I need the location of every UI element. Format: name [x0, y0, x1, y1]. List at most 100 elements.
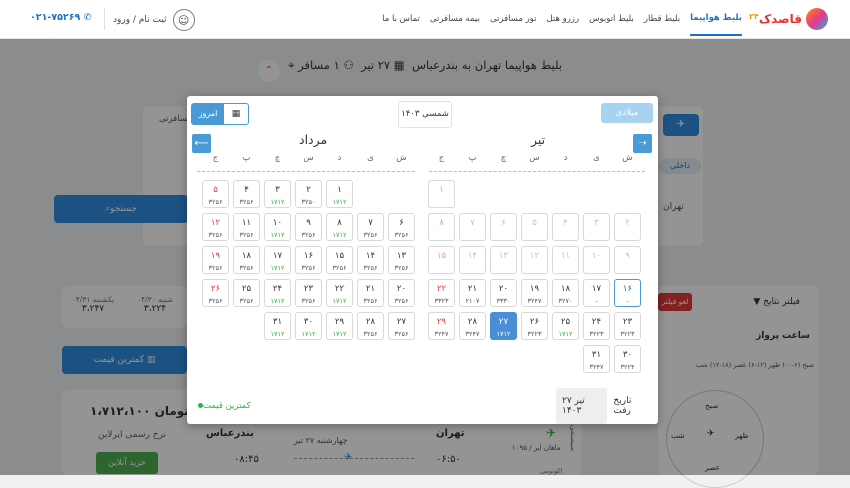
- site-logo[interactable]: ۲۴قاصدک: [749, 8, 828, 30]
- day-number: ۱۴: [365, 251, 376, 261]
- day-price: ۳۲۵۶: [208, 231, 223, 239]
- mordad-day-cell[interactable]: ۲۴ ۱۷۱۲: [264, 279, 291, 307]
- mordad-day-cell[interactable]: ۲ ۳۲۵۰: [295, 180, 322, 208]
- mordad-day-cell[interactable]: ۹ ۳۲۵۶: [295, 213, 322, 241]
- mordad-day-cell[interactable]: ۸ ۱۷۱۲: [326, 213, 353, 241]
- day-price: ۱۷۱۲: [332, 231, 347, 239]
- mordad-day-cell[interactable]: ۲۳ ۳۲۵۶: [295, 279, 322, 307]
- day-price: ۳۲۵۶: [363, 330, 378, 338]
- mordad-day-cell[interactable]: ۱۵ ۳۲۵۶: [326, 246, 353, 274]
- mordad-day-cell[interactable]: ۵ ۳۲۵۶: [202, 180, 229, 208]
- tir-day-cell[interactable]: ۱۸ ۳۲۷۰: [552, 279, 579, 307]
- mordad-day-cell[interactable]: ۲۵ ۳۲۵۶: [233, 279, 260, 307]
- nav-contact[interactable]: تماس با ما: [382, 14, 420, 24]
- next-month-arrow-icon[interactable]: ➝: [633, 134, 652, 153]
- tir-day-cell[interactable]: ۲۷ ۱۷۱۲: [490, 312, 517, 340]
- nav-insurance[interactable]: بیمه مسافرتی: [430, 14, 480, 24]
- mordad-day-cell[interactable]: ۷ ۳۲۵۶: [357, 213, 384, 241]
- nav-tour[interactable]: تور مسافرتی: [490, 14, 537, 24]
- mordad-day-cell[interactable]: ۱۷ ۱۷۱۲: [264, 246, 291, 274]
- tir-day-cell[interactable]: ۱۹ ۳۲۴۷: [521, 279, 548, 307]
- logo-text: ۲۴قاصدک: [749, 12, 802, 26]
- day-number: ۲۳: [622, 317, 633, 327]
- mordad-day-cell[interactable]: ۲۷ ۳۲۵۶: [388, 312, 415, 340]
- tir-day-cell[interactable]: ۲۸ ۳۲۴۷: [459, 312, 486, 340]
- tir-day-cell[interactable]: ۲۶ ۳۲۲۳: [521, 312, 548, 340]
- day-price: ۳۲۵۶: [239, 198, 254, 206]
- day-price: ۳۲۲۳: [589, 330, 604, 338]
- tir-day-cell[interactable]: ۲۰ ۳۳۳۰: [490, 279, 517, 307]
- day-number: ۱: [337, 185, 342, 195]
- departure-date-display: ۲۷ تیر ۱۴۰۳ تاریخ رفت: [556, 388, 652, 424]
- day-price: ۳۲۵۶: [239, 297, 254, 305]
- today-button[interactable]: امروز ▦: [191, 103, 249, 125]
- mordad-day-cell[interactable]: ۲۹ ۱۷۱۲: [326, 312, 353, 340]
- day-price: ۳۳۳۰: [496, 297, 511, 305]
- day-number: ۱۰: [272, 218, 283, 228]
- mordad-day-cell[interactable]: ۱۱ ۳۲۵۶: [233, 213, 260, 241]
- mordad-day-cell[interactable]: ۱۰ ۱۷۱۲: [264, 213, 291, 241]
- day-price: ۳۲۵۰: [301, 198, 316, 206]
- mordad-day-cell[interactable]: ۱۳ ۳۲۵۶: [388, 246, 415, 274]
- tir-day-cell[interactable]: ۱۶ -: [614, 279, 641, 307]
- tir-day-cell[interactable]: ۲۲ ۳۳۲۳: [428, 279, 455, 307]
- tir-day-cell[interactable]: ۱۷ -: [583, 279, 610, 307]
- mordad-day-cell[interactable]: ۱۸ ۳۲۵۶: [233, 246, 260, 274]
- tir-day-cell[interactable]: ۲۴ ۳۲۲۳: [583, 312, 610, 340]
- weekday-label: د: [337, 153, 342, 163]
- phone-number: ۰۲۱-۷۵۲۶۹: [30, 12, 81, 23]
- day-number: ۱۲: [210, 218, 221, 228]
- mordad-day-cell[interactable]: ۱۴ ۳۲۵۶: [357, 246, 384, 274]
- nav-flight[interactable]: بلیط هواپیما: [690, 2, 742, 36]
- day-price: ۱۷۱۲: [332, 330, 347, 338]
- tir-day-cell[interactable]: ۳۰ ۳۲۲۴: [614, 345, 641, 373]
- tir-day-cell[interactable]: ۲۹ ۳۲۴۷: [428, 312, 455, 340]
- mordad-day-cell[interactable]: ۲۰ ۳۲۵۶: [388, 279, 415, 307]
- tir-day-cell[interactable]: ۲۳ ۳۲۲۳: [614, 312, 641, 340]
- month-title-tir: تیر: [531, 132, 546, 147]
- nav-bus[interactable]: بلیط اتوبوس: [589, 14, 634, 24]
- year-selector[interactable]: ۱۴۰۳ شمسی: [398, 101, 452, 128]
- day-price: ۱۷۱۲: [558, 330, 573, 338]
- day-number: ۲۵: [560, 317, 571, 327]
- mordad-day-cell[interactable]: ۳۱ ۱۷۱۲: [264, 312, 291, 340]
- day-number: ۱۵: [334, 251, 345, 261]
- mordad-day-cell[interactable]: ۱ ۱۷۱۲: [326, 180, 353, 208]
- tir-day-cell: ۱۴: [459, 246, 486, 274]
- mordad-day-cell[interactable]: ۴ ۳۲۵۶: [233, 180, 260, 208]
- support-phone[interactable]: ۰۲۱-۷۵۲۶۹ ✆: [30, 12, 92, 23]
- mordad-day-cell[interactable]: ۲۱ ۳۲۵۶: [357, 279, 384, 307]
- weekday-label: پ: [242, 153, 251, 163]
- mordad-day-cell[interactable]: ۳۰ ۱۷۱۲: [295, 312, 322, 340]
- mordad-day-cell[interactable]: ۱۹ ۳۲۵۶: [202, 246, 229, 274]
- day-price: ۳۲۴۷: [434, 330, 449, 338]
- mordad-day-cell[interactable]: ۲۲ ۱۷۱۲: [326, 279, 353, 307]
- tir-day-cell: ۱۵: [428, 246, 455, 274]
- day-number: ۵: [213, 185, 218, 195]
- nav-train[interactable]: بلیط قطار: [644, 14, 680, 24]
- tir-day-cell: ۵: [521, 213, 548, 241]
- tir-day-cell[interactable]: ۲۱ ۲۱۰۷: [459, 279, 486, 307]
- day-number: ۱۶: [303, 251, 314, 261]
- mordad-day-cell[interactable]: ۱۶ ۳۲۵۶: [295, 246, 322, 274]
- tir-day-cell[interactable]: ۲۵ ۱۷۱۲: [552, 312, 579, 340]
- tir-day-cell: ۶: [490, 213, 517, 241]
- gregorian-toggle-button[interactable]: میلادی: [601, 103, 653, 123]
- day-number: ۱۶: [622, 284, 633, 294]
- prev-month-arrow-icon[interactable]: ⟵: [192, 134, 211, 153]
- day-price: ۱۷۱۲: [270, 297, 285, 305]
- mordad-day-cell[interactable]: ۳ ۱۷۱۲: [264, 180, 291, 208]
- login-link[interactable]: ثبت نام / ورود ☺: [113, 9, 195, 31]
- day-price: ۱۷۱۲: [332, 198, 347, 206]
- weekday-label: پ: [468, 153, 477, 163]
- nav-hotel[interactable]: رزرو هتل: [546, 14, 579, 24]
- mordad-day-cell[interactable]: ۲۸ ۳۲۵۶: [357, 312, 384, 340]
- day-number: ۲۹: [436, 317, 447, 327]
- day-number: ۲۷: [396, 317, 407, 327]
- logo-superscript: ۲۴: [749, 12, 759, 21]
- mordad-day-cell[interactable]: ۱۲ ۳۲۵۶: [202, 213, 229, 241]
- mordad-day-cell[interactable]: ۶ ۳۲۵۶: [388, 213, 415, 241]
- mordad-day-cell[interactable]: ۲۶ ۳۲۵۶: [202, 279, 229, 307]
- day-price: ۳۲۵۶: [363, 231, 378, 239]
- tir-day-cell[interactable]: ۳۱ ۳۲۴۷: [583, 345, 610, 373]
